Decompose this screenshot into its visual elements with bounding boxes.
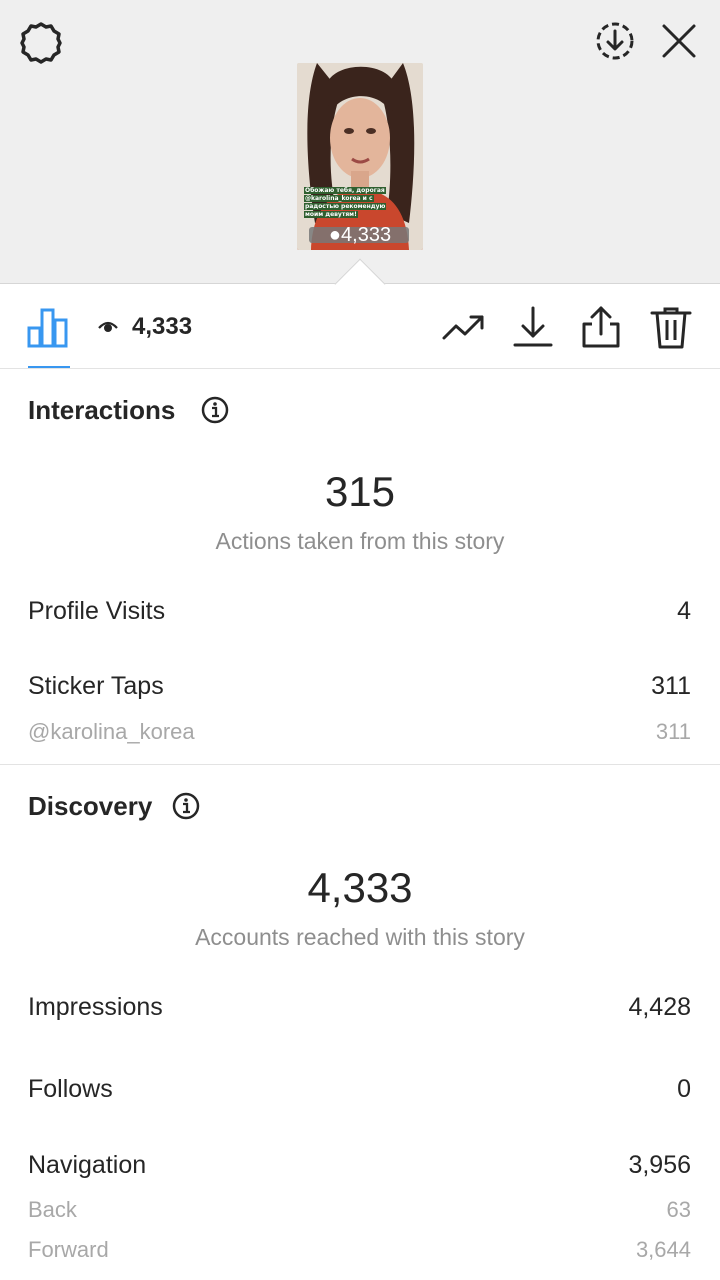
sticker-taps-label: Sticker Taps: [28, 672, 164, 700]
impressions-label: Impressions: [28, 993, 163, 1021]
story-caption: Обожаю тебя, дорогая @karolina_korea и с…: [304, 187, 387, 218]
trash-icon[interactable]: [648, 304, 694, 350]
interactions-total: 315: [324, 468, 396, 515]
follows-value: 0: [677, 1075, 691, 1103]
story-toolbar: 4,333: [0, 284, 720, 369]
navigation-back-value: 63: [666, 1197, 691, 1222]
navigation-back-label: Back: [28, 1197, 77, 1222]
eye-icon: [98, 319, 118, 335]
thumbnail-eye-icon: ●: [328, 224, 342, 246]
discovery-total-label: Accounts reached with this story: [195, 924, 525, 950]
close-icon[interactable]: [656, 18, 702, 64]
promote-trend-icon[interactable]: [440, 304, 486, 350]
story-thumbnail[interactable]: Обожаю тебя, дорогая @karolina_korea и с…: [297, 63, 423, 250]
save-download-circle-icon[interactable]: [592, 18, 638, 64]
views-count: 4,333: [132, 313, 193, 340]
impressions-value: 4,428: [628, 993, 691, 1021]
sticker-taps-value: 311: [651, 672, 691, 700]
discovery-info-icon[interactable]: [172, 792, 200, 820]
sticker-mention-label: @karolina_korea: [28, 719, 195, 744]
interactions-info-icon[interactable]: [201, 396, 229, 424]
interactions-total-label: Actions taken from this story: [215, 528, 505, 554]
follows-label: Follows: [28, 1075, 113, 1103]
navigation-forward-value: 3,644: [635, 1237, 691, 1262]
discovery-title: Discovery: [28, 791, 153, 821]
active-tab-indicator: [28, 366, 70, 368]
settings-gear-icon[interactable]: [18, 20, 64, 66]
discovery-total: 4,333: [307, 864, 413, 911]
thumbnail-view-count: ●4,333: [328, 224, 392, 246]
bar-chart-icon[interactable]: [26, 304, 70, 350]
navigation-value: 3,956: [628, 1151, 691, 1179]
share-icon[interactable]: [578, 304, 624, 350]
sticker-mention-value: 311: [655, 719, 691, 744]
section-divider: [0, 764, 720, 765]
story-photo: [297, 63, 423, 250]
profile-visits-label: Profile Visits: [28, 597, 166, 625]
profile-visits-value: 4: [677, 597, 691, 625]
navigation-label: Navigation: [28, 1151, 147, 1179]
interactions-title: Interactions: [28, 395, 176, 425]
navigation-forward-label: Forward: [28, 1237, 109, 1262]
download-icon[interactable]: [510, 304, 556, 350]
